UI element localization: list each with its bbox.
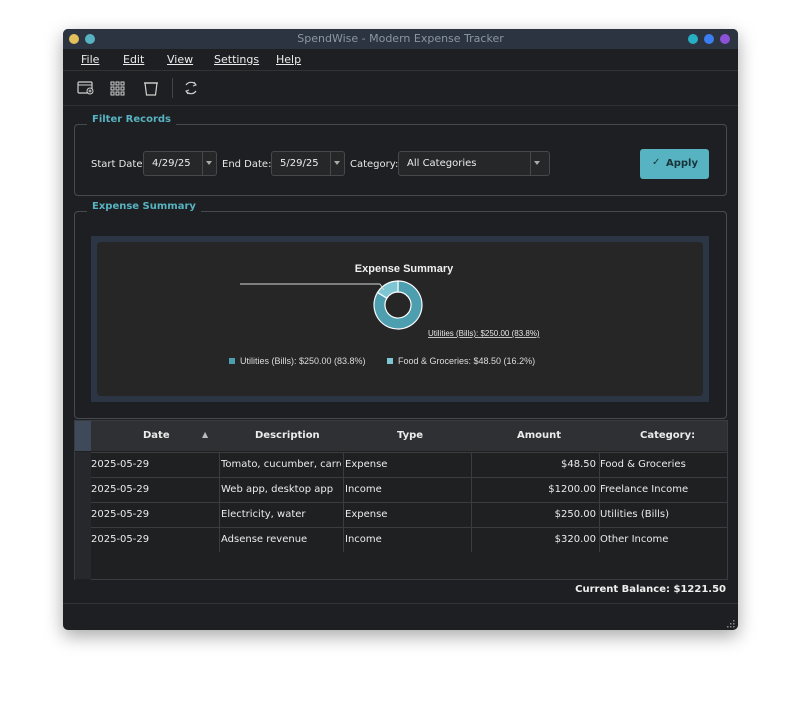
table-row[interactable]: 2025-05-29 Adsense revenue Income $320.00 Ot…: [91, 527, 727, 552]
grid-icon[interactable]: [109, 80, 127, 96]
chevron-down-icon[interactable]: [330, 152, 344, 175]
window-dot-purple[interactable]: [720, 34, 730, 44]
slice-label: Utilities (Bills): $250.00 (83.8%): [428, 329, 540, 338]
add-record-icon[interactable]: [77, 80, 95, 96]
column-separator: [343, 478, 344, 502]
header-type[interactable]: Type: [397, 421, 423, 451]
legend-swatch-food: [387, 358, 393, 364]
end-date-picker[interactable]: 5/29/25: [271, 151, 345, 176]
row-header-empty: [75, 551, 91, 580]
column-separator: [343, 453, 344, 477]
header-date[interactable]: Date: [143, 421, 170, 451]
apply-label: Apply: [666, 158, 699, 169]
donut-chart: Expense Summary Utilities (Bills): $250.…: [229, 263, 540, 366]
cell-date[interactable]: 2025-05-29: [91, 453, 215, 477]
menu-edit[interactable]: Edit: [123, 53, 144, 66]
cell-category[interactable]: Food & Groceries: [600, 453, 724, 477]
status-bar: [63, 603, 738, 630]
table-row[interactable]: 2025-05-29Tomato, cucumber, carro…Expens…: [91, 452, 727, 477]
expense-summary-title: Expense Summary: [87, 201, 201, 212]
row-header[interactable]: [75, 477, 91, 503]
column-separator: [219, 453, 220, 477]
cell-amount[interactable]: $48.50: [472, 453, 596, 477]
end-date-value: 5/29/25: [280, 158, 319, 169]
cell-type[interactable]: Expense: [345, 453, 469, 477]
header-category[interactable]: Category:: [640, 421, 695, 451]
menu-help[interactable]: Help: [276, 53, 301, 66]
delete-icon[interactable]: [142, 80, 160, 96]
column-separator: [219, 478, 220, 502]
chart-canvas: Expense Summary Utilities (Bills): $250.…: [97, 242, 703, 396]
cell-description[interactable]: Electricity, water: [221, 503, 341, 527]
window-title: SpendWise - Modern Expense Tracker: [297, 32, 504, 45]
filter-records-title: Filter Records: [87, 114, 176, 125]
column-separator: [219, 528, 220, 552]
table-row[interactable]: 2025-05-29 Web app, desktop app Income $120…: [91, 477, 727, 502]
toolbar: [63, 71, 738, 106]
table-corner[interactable]: [75, 421, 91, 451]
header-description[interactable]: Description: [255, 421, 320, 451]
apply-button[interactable]: ✓ Apply: [640, 149, 709, 179]
transactions-table[interactable]: Date ▲ Description Type Amount Category:…: [74, 420, 728, 580]
cell-description[interactable]: Web app, desktop app: [221, 478, 341, 502]
start-date-value: 4/29/25: [152, 158, 191, 169]
category-select[interactable]: All Categories: [398, 151, 550, 176]
row-header[interactable]: [75, 527, 91, 553]
end-date-label: End Date:: [222, 159, 272, 170]
start-date-picker[interactable]: 4/29/25: [143, 151, 217, 176]
cell-description[interactable]: Adsense revenue: [221, 528, 341, 552]
cell-amount[interactable]: $250.00: [472, 503, 596, 527]
cell-category[interactable]: Freelance Income: [600, 478, 724, 502]
legend-item-utilities: Utilities (Bills): $250.00 (83.8%): [240, 356, 366, 366]
window-dot-cyan[interactable]: [688, 34, 698, 44]
cell-category[interactable]: Other Income: [600, 528, 724, 552]
legend-item-food: Food & Groceries: $48.50 (16.2%): [398, 356, 535, 366]
cell-amount[interactable]: $1200.00: [472, 478, 596, 502]
cell-type[interactable]: Expense: [345, 503, 469, 527]
category-value: All Categories: [407, 158, 477, 169]
chevron-down-icon[interactable]: [202, 152, 216, 175]
cell-type[interactable]: Income: [345, 478, 469, 502]
menu-bar: File Edit View Settings Help: [63, 49, 738, 71]
row-header[interactable]: [75, 502, 91, 528]
table-row[interactable]: 2025-05-29 Electricity, water Expense $250.…: [91, 502, 727, 527]
column-separator: [343, 528, 344, 552]
cell-category[interactable]: Utilities (Bills): [600, 503, 724, 527]
category-label: Category:: [350, 159, 399, 170]
app-window: SpendWise - Modern Expense Tracker File …: [63, 29, 738, 630]
menu-file[interactable]: File: [81, 53, 99, 66]
toolbar-separator: [172, 78, 173, 98]
row-header[interactable]: [75, 452, 91, 478]
header-amount[interactable]: Amount: [517, 421, 561, 451]
start-date-label: Start Date:: [91, 159, 146, 170]
chart-frame: Expense Summary Utilities (Bills): $250.…: [91, 236, 709, 402]
legend-swatch-utilities: [229, 358, 235, 364]
cell-date[interactable]: 2025-05-29: [91, 478, 215, 502]
menu-settings[interactable]: Settings: [214, 53, 259, 66]
category-dropdown-button[interactable]: [530, 152, 549, 175]
cell-type[interactable]: Income: [345, 528, 469, 552]
menu-view[interactable]: View: [167, 53, 193, 66]
cell-amount[interactable]: $320.00: [472, 528, 596, 552]
cell-date[interactable]: 2025-05-29: [91, 528, 215, 552]
column-separator: [219, 503, 220, 527]
column-separator: [343, 503, 344, 527]
window-dot-blue[interactable]: [704, 34, 714, 44]
refresh-icon[interactable]: [182, 80, 200, 96]
current-balance: Current Balance: $1221.50: [575, 584, 726, 595]
check-icon: ✓: [652, 157, 661, 168]
cell-description[interactable]: Tomato, cucumber, carro…: [221, 453, 341, 477]
sort-asc-icon[interactable]: ▲: [202, 430, 208, 439]
chart-title: Expense Summary: [355, 263, 454, 275]
title-bar[interactable]: SpendWise - Modern Expense Tracker: [63, 29, 738, 49]
cell-date[interactable]: 2025-05-29: [91, 503, 215, 527]
resize-grip-icon[interactable]: [725, 618, 735, 628]
